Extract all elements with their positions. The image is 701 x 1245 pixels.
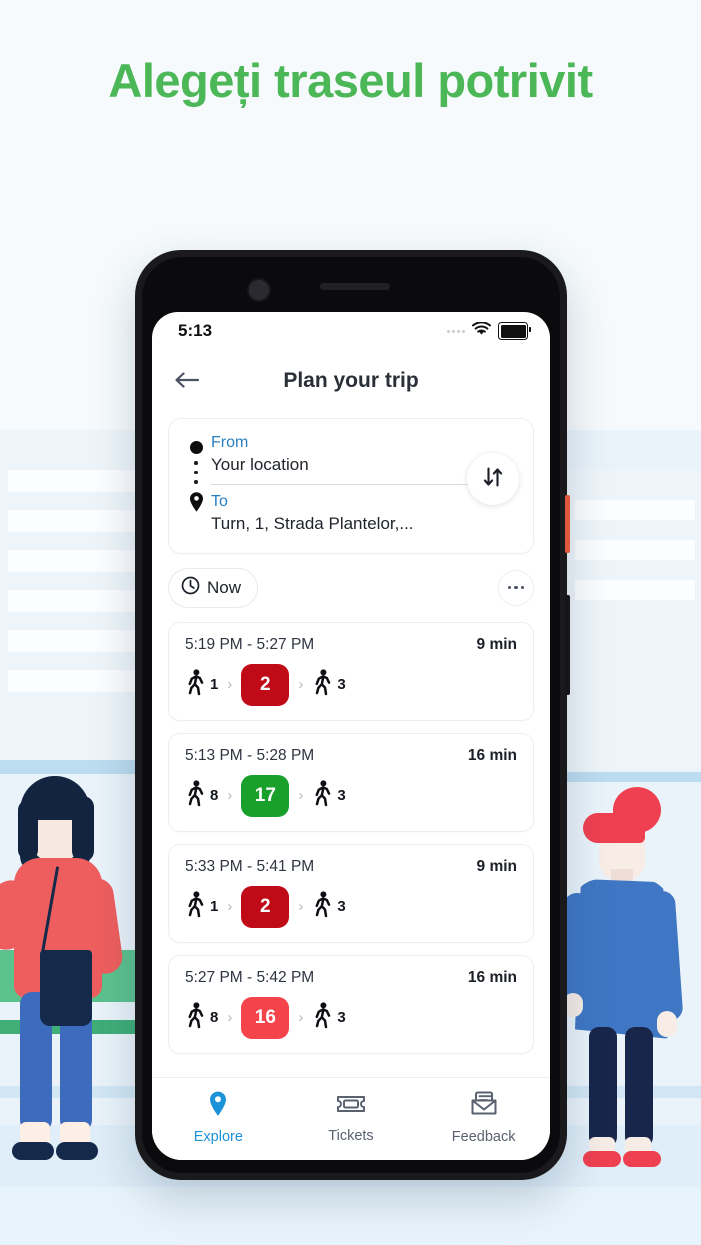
route-results-list: 5:19 PM - 5:27 PM 9 min 1 › 2 › 3 5:13 P… — [168, 621, 534, 1054]
envelope-icon — [470, 1090, 498, 1123]
pedestrian-icon — [312, 779, 334, 812]
promo-headline: Alegeți traseul potrivit — [108, 54, 593, 107]
app-header: Plan your trip — [152, 350, 550, 412]
phone-side-button-red — [565, 495, 570, 553]
departure-time-label: Now — [207, 577, 242, 597]
walk-leg-before: 8 — [185, 779, 219, 812]
chevron-right-icon: › — [298, 1009, 304, 1027]
clock-icon — [181, 576, 200, 600]
ticket-icon — [336, 1091, 366, 1122]
pedestrian-icon — [185, 668, 207, 701]
walk-minutes-before: 1 — [210, 898, 219, 916]
back-arrow-icon — [173, 370, 200, 395]
nav-label-explore: Explore — [193, 1128, 243, 1145]
walk-minutes-after: 3 — [337, 787, 346, 805]
phone-speaker — [320, 283, 390, 290]
more-options-icon — [507, 585, 512, 590]
route-time-range: 5:33 PM - 5:41 PM — [185, 857, 315, 875]
pedestrian-icon — [185, 1001, 207, 1034]
nav-item-tickets[interactable]: Tickets — [306, 1091, 396, 1144]
app-store-screenshot: Alegeți traseul potrivit 5:13 Plan your … — [0, 0, 701, 1245]
battery-full-icon — [498, 322, 531, 340]
bottom-navigation: Explore Tickets Feedback — [152, 1077, 550, 1160]
walk-minutes-before: 8 — [210, 1009, 219, 1027]
route-card[interactable]: 5:19 PM - 5:27 PM 9 min 1 › 2 › 3 — [168, 621, 534, 721]
illustration-person-left — [0, 770, 142, 1190]
departure-time-chip[interactable]: Now — [168, 567, 259, 608]
phone-mockup: 5:13 Plan your trip From Your location T… — [135, 250, 570, 1180]
route-duration: 16 min — [467, 968, 517, 986]
map-pin-icon — [207, 1090, 229, 1123]
walk-minutes-after: 3 — [337, 676, 346, 694]
route-time-range: 5:27 PM - 5:42 PM — [185, 968, 315, 986]
status-bar: 5:13 — [152, 312, 550, 350]
chevron-right-icon: › — [298, 898, 304, 916]
route-time-range: 5:19 PM - 5:27 PM — [185, 635, 315, 653]
chevron-right-icon: › — [298, 676, 304, 694]
route-rail — [181, 433, 211, 518]
route-time-range: 5:13 PM - 5:28 PM — [185, 746, 315, 764]
from-label: From — [211, 434, 249, 451]
nav-item-explore[interactable]: Explore — [173, 1090, 263, 1145]
nav-label-tickets: Tickets — [328, 1127, 374, 1144]
route-duration: 9 min — [476, 857, 517, 875]
transit-line-badge: 2 — [241, 663, 290, 706]
trip-endpoints-card[interactable]: From Your location To Turn, 1, Strada Pl… — [168, 418, 534, 554]
transit-line-badge: 2 — [241, 885, 290, 928]
phone-side-button — [565, 595, 570, 695]
walk-leg-after: 3 — [312, 668, 346, 701]
swap-endpoints-button[interactable] — [467, 453, 519, 505]
transit-line-badge: 17 — [241, 774, 290, 817]
route-duration: 9 min — [476, 635, 517, 653]
route-card[interactable]: 5:13 PM - 5:28 PM 16 min 8 › 17 › 3 — [168, 732, 534, 832]
walk-leg-after: 3 — [312, 890, 346, 923]
page-title: Plan your trip — [283, 369, 419, 392]
origin-dot-icon — [189, 441, 203, 454]
chevron-right-icon: › — [227, 676, 233, 694]
filter-row: Now — [168, 567, 534, 608]
walk-minutes-before: 8 — [210, 787, 219, 805]
pedestrian-icon — [312, 1001, 334, 1034]
pedestrian-icon — [185, 779, 207, 812]
chevron-right-icon: › — [227, 787, 233, 805]
walk-leg-before: 1 — [185, 668, 219, 701]
chevron-right-icon: › — [227, 1009, 233, 1027]
phone-camera — [247, 278, 271, 302]
nav-item-feedback[interactable]: Feedback — [439, 1090, 529, 1145]
more-options-button[interactable] — [498, 569, 534, 606]
walk-minutes-after: 3 — [337, 1009, 346, 1027]
swap-arrows-icon — [480, 464, 506, 495]
route-card[interactable]: 5:33 PM - 5:41 PM 9 min 1 › 2 › 3 — [168, 843, 534, 943]
status-bar-time: 5:13 — [178, 321, 213, 340]
walk-minutes-before: 1 — [210, 676, 219, 694]
route-card[interactable]: 5:27 PM - 5:42 PM 16 min 8 › 16 › 3 — [168, 954, 534, 1054]
wifi-icon — [472, 320, 491, 341]
back-button[interactable] — [166, 362, 206, 402]
walk-leg-before: 8 — [185, 1001, 219, 1034]
to-input[interactable]: Turn, 1, Strada Plantelor,... — [211, 512, 519, 541]
signal-dots-icon — [447, 329, 465, 333]
pedestrian-icon — [312, 890, 334, 923]
walk-leg-after: 3 — [312, 779, 346, 812]
walk-minutes-after: 3 — [337, 898, 346, 916]
map-pin-icon — [188, 491, 205, 518]
illustration-person-right — [561, 787, 691, 1187]
chevron-right-icon: › — [298, 787, 304, 805]
walk-leg-after: 3 — [312, 1001, 346, 1034]
transit-line-badge: 16 — [241, 996, 290, 1039]
walk-leg-before: 1 — [185, 890, 219, 923]
rail-dotted-line — [194, 461, 198, 484]
pedestrian-icon — [312, 668, 334, 701]
nav-label-feedback: Feedback — [451, 1128, 516, 1145]
chevron-right-icon: › — [227, 898, 233, 916]
pedestrian-icon — [185, 890, 207, 923]
phone-screen: 5:13 Plan your trip From Your location T… — [152, 312, 550, 1160]
route-duration: 16 min — [467, 746, 517, 764]
